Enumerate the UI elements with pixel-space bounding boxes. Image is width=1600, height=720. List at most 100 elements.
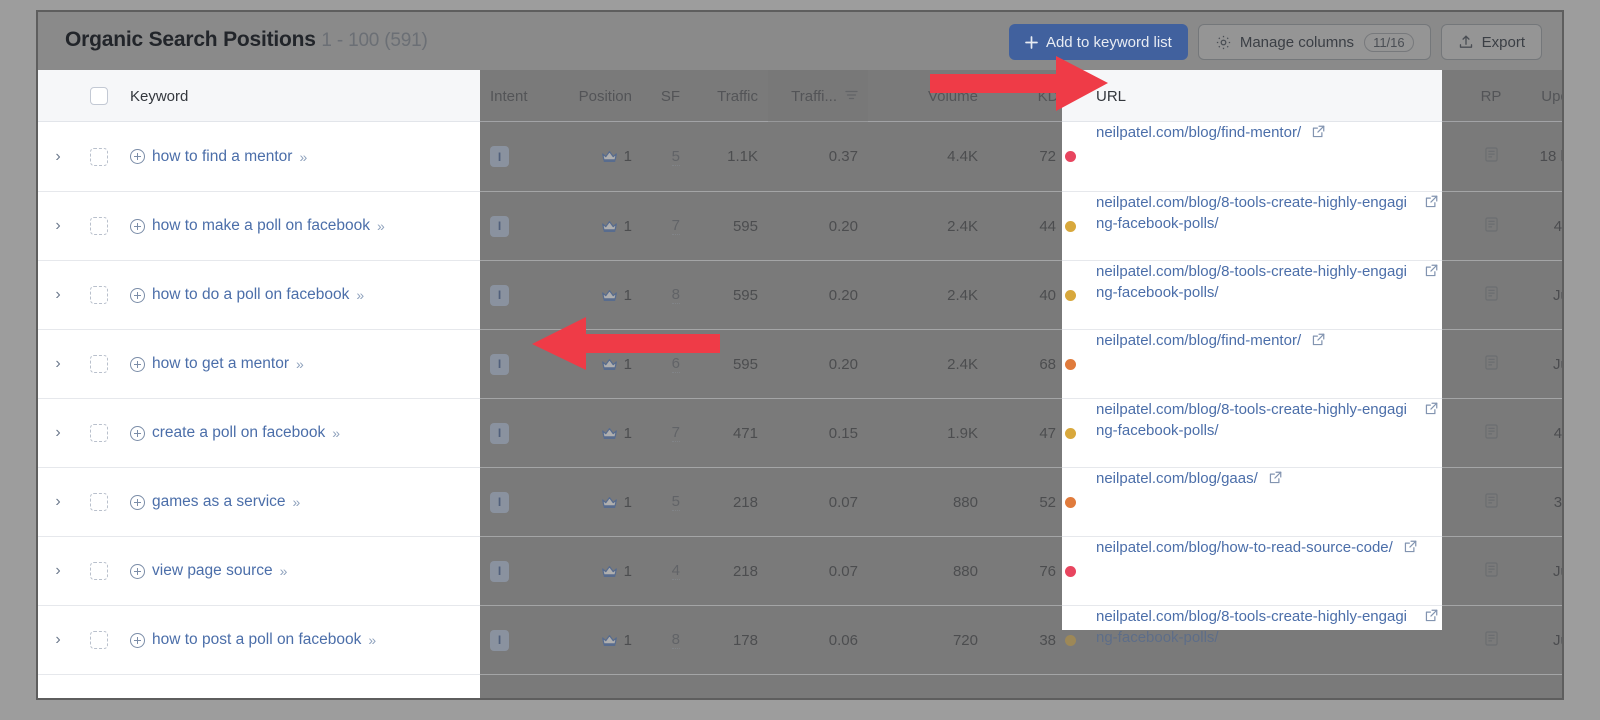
- row-checkbox[interactable]: [78, 192, 120, 260]
- checkbox-icon[interactable]: [90, 631, 108, 649]
- table-row[interactable]: › how to find a mentor » I 1 5 1.1K 0.37 4.4K 72 n…: [38, 122, 1562, 191]
- external-link-icon[interactable]: [1403, 539, 1418, 558]
- serp-cell[interactable]: [1468, 468, 1514, 536]
- url-link[interactable]: neilpatel.com/blog/find-mentor/: [1096, 330, 1301, 351]
- row-checkbox[interactable]: [78, 537, 120, 605]
- serp-icon[interactable]: [1484, 423, 1498, 443]
- row-checkbox[interactable]: [78, 606, 120, 674]
- chevron-right-icon[interactable]: ›: [55, 562, 60, 580]
- expand-row-button[interactable]: ›: [38, 675, 78, 698]
- expand-row-button[interactable]: ›: [38, 261, 78, 329]
- row-checkbox[interactable]: [78, 330, 120, 398]
- chevron-right-icon[interactable]: ›: [55, 148, 60, 166]
- serp-cell[interactable]: [1468, 122, 1514, 191]
- row-checkbox[interactable]: [78, 399, 120, 467]
- double-chevron-icon[interactable]: »: [356, 287, 364, 303]
- serp-icon[interactable]: [1484, 492, 1498, 512]
- serp-cell[interactable]: [1468, 606, 1514, 674]
- checkbox-icon[interactable]: [90, 493, 108, 511]
- url-link[interactable]: neilpatel.com/blog/8-tools-create-highly…: [1096, 606, 1414, 648]
- double-chevron-icon[interactable]: »: [299, 149, 307, 165]
- keyword-cell[interactable]: games as a service »: [120, 468, 480, 536]
- add-to-keyword-list-button[interactable]: Add to keyword list: [1008, 24, 1188, 60]
- sort-descending-icon[interactable]: [845, 90, 858, 102]
- row-checkbox[interactable]: [78, 122, 120, 191]
- url-cell[interactable]: neilpatel.com/blog/how-to-read-source-co…: [1086, 537, 1468, 605]
- header-traffic[interactable]: Traffic: [690, 70, 768, 122]
- add-keyword-icon[interactable]: [130, 425, 145, 441]
- expand-row-button[interactable]: ›: [38, 330, 78, 398]
- add-keyword-icon[interactable]: [130, 287, 145, 303]
- url-link[interactable]: neilpatel.com/blog/8-tools-create-highly…: [1096, 192, 1414, 234]
- keyword-cell[interactable]: how to post a poll on facebook »: [120, 606, 480, 674]
- double-chevron-icon[interactable]: »: [377, 218, 385, 234]
- double-chevron-icon[interactable]: »: [296, 356, 304, 372]
- expand-row-button[interactable]: ›: [38, 468, 78, 536]
- table-row[interactable]: › view page source » I 1 4 218 0.07 880 76 neilpat…: [38, 536, 1562, 605]
- keyword-cell[interactable]: create a poll on facebook »: [120, 399, 480, 467]
- double-chevron-icon[interactable]: »: [332, 425, 340, 441]
- expand-row-button[interactable]: ›: [38, 122, 78, 191]
- url-link[interactable]: neilpatel.com/blog/find-mentor/: [1096, 122, 1301, 143]
- header-intent[interactable]: Intent: [480, 70, 552, 122]
- keyword-link[interactable]: how to make a poll on facebook »: [130, 217, 385, 235]
- checkbox-icon[interactable]: [90, 355, 108, 373]
- add-keyword-icon[interactable]: [130, 632, 145, 648]
- url-cell[interactable]: neilpatel.com/blog/find-mentor/: [1086, 330, 1468, 398]
- serp-cell[interactable]: [1468, 399, 1514, 467]
- keyword-cell[interactable]: how to make a poll on facebook »: [120, 192, 480, 260]
- url-cell[interactable]: neilpatel.com/blog/8-tools-create-highly…: [1086, 606, 1468, 674]
- serp-icon[interactable]: [1484, 561, 1498, 581]
- table-row[interactable]: › how to get a mentor » I 1 6 595 0.20 2.4K 68 nei…: [38, 329, 1562, 398]
- table-row[interactable]: › how to make a poll on facebook » I 1 7 595 0.…: [38, 191, 1562, 260]
- checkbox-icon[interactable]: [90, 286, 108, 304]
- url-cell[interactable]: [1086, 675, 1468, 698]
- header-kd[interactable]: KD %: [988, 70, 1086, 122]
- keyword-link[interactable]: games as a service »: [130, 493, 301, 511]
- checkbox-icon[interactable]: [90, 424, 108, 442]
- serp-icon[interactable]: [1484, 354, 1498, 374]
- row-checkbox[interactable]: [78, 468, 120, 536]
- double-chevron-icon[interactable]: »: [368, 632, 376, 648]
- manage-columns-button[interactable]: Manage columns 11/16: [1197, 24, 1431, 60]
- keyword-cell[interactable]: how to do a poll on facebook »: [120, 261, 480, 329]
- serp-icon[interactable]: [1484, 285, 1498, 305]
- table-row[interactable]: › how to post a poll on facebook » I 1 8 178 0.…: [38, 605, 1562, 674]
- header-keyword[interactable]: Keyword: [120, 70, 480, 122]
- checkbox-icon[interactable]: [90, 147, 108, 166]
- table-row[interactable]: › create a poll on facebook » I 1 7 471 0.15 1.9…: [38, 398, 1562, 467]
- serp-icon[interactable]: [1485, 700, 1498, 701]
- serp-cell[interactable]: [1468, 675, 1514, 701]
- external-link-icon[interactable]: [1268, 470, 1283, 489]
- keyword-link[interactable]: how to get a mentor »: [130, 355, 304, 373]
- double-chevron-icon[interactable]: »: [280, 563, 288, 579]
- add-keyword-icon[interactable]: [130, 149, 145, 164]
- keyword-link[interactable]: how to find a mentor »: [130, 148, 307, 166]
- external-link-icon[interactable]: [1311, 124, 1326, 143]
- keyword-cell[interactable]: how to get a mentor »: [120, 330, 480, 398]
- serp-cell[interactable]: [1468, 192, 1514, 260]
- double-chevron-icon[interactable]: »: [293, 494, 301, 510]
- row-checkbox[interactable]: [78, 261, 120, 329]
- keyword-cell[interactable]: understanding seo»: [120, 675, 480, 698]
- chevron-right-icon[interactable]: ›: [55, 355, 60, 373]
- row-checkbox[interactable]: [78, 675, 120, 698]
- url-cell[interactable]: neilpatel.com/blog/8-tools-create-highly…: [1086, 261, 1468, 329]
- header-url[interactable]: URL: [1086, 70, 1468, 122]
- url-cell[interactable]: neilpatel.com/blog/8-tools-create-highly…: [1086, 192, 1468, 260]
- add-keyword-icon[interactable]: [130, 563, 145, 579]
- checkbox-icon[interactable]: [90, 562, 108, 580]
- keyword-link[interactable]: view page source »: [130, 562, 288, 580]
- url-link[interactable]: neilpatel.com/blog/8-tools-create-highly…: [1096, 261, 1414, 303]
- serp-icon[interactable]: [1484, 216, 1498, 236]
- table-row[interactable]: › games as a service » I 1 5 218 0.07 880 52 neilp…: [38, 467, 1562, 536]
- serp-cell[interactable]: [1468, 330, 1514, 398]
- serp-cell[interactable]: [1468, 261, 1514, 329]
- table-row[interactable]: ›understanding seo»CI181780.067201002 da…: [38, 674, 1562, 701]
- checkbox-icon[interactable]: [90, 217, 108, 235]
- external-link-icon[interactable]: [1424, 608, 1439, 627]
- url-link[interactable]: neilpatel.com/blog/gaas/: [1096, 468, 1258, 489]
- chevron-right-icon[interactable]: ›: [55, 493, 60, 511]
- serp-icon[interactable]: [1484, 630, 1498, 650]
- keyword-cell[interactable]: how to find a mentor »: [120, 122, 480, 191]
